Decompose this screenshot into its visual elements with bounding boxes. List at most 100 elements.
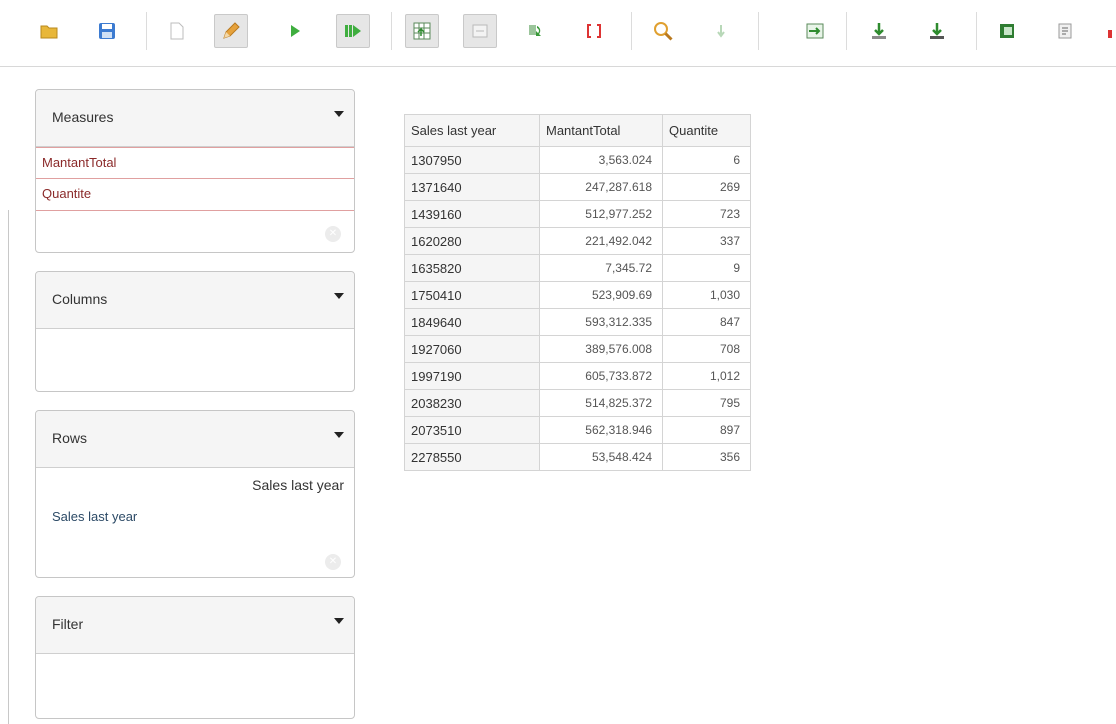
remove-measure-icon[interactable]: ✕ — [325, 226, 341, 242]
row-header-cell[interactable]: 1371640 — [404, 173, 540, 201]
row-header-cell[interactable]: 1997190 — [404, 362, 540, 390]
row-header-cell[interactable]: 1927060 — [404, 335, 540, 363]
left-divider — [8, 210, 9, 724]
column-header-quantite[interactable]: Quantite — [662, 114, 751, 147]
measures-list: MantantTotal Quantite — [36, 147, 354, 211]
rows-level-label[interactable]: Sales last year — [252, 477, 344, 493]
table-cell: 512,977.252 — [539, 200, 663, 228]
open-button[interactable] — [32, 14, 66, 48]
toolbar-separator — [391, 12, 392, 50]
measure-item-quantite[interactable]: Quantite — [36, 179, 354, 211]
row-header-cell[interactable]: 1750410 — [404, 281, 540, 309]
run-icon — [291, 25, 300, 37]
row-header-cell[interactable]: 1849640 — [404, 308, 540, 336]
columns-title: Columns — [52, 291, 108, 307]
measures-header[interactable]: Measures — [36, 90, 354, 147]
rows-menu-icon[interactable] — [334, 432, 344, 438]
filter-menu-icon[interactable] — [334, 618, 344, 624]
export-excel-button[interactable] — [990, 14, 1024, 48]
measure-item-mantanttotal[interactable]: MantantTotal — [36, 147, 354, 179]
table-cell: 897 — [662, 416, 751, 444]
remove-row-icon[interactable]: ✕ — [325, 554, 341, 570]
drill-down-button[interactable] — [704, 14, 738, 48]
pivot-table-icon — [413, 22, 431, 40]
filter-drop-zone[interactable] — [36, 654, 354, 718]
table-cell: 605,733.872 — [539, 362, 663, 390]
table-cell: 847 — [662, 308, 751, 336]
pivot-button[interactable] — [405, 14, 439, 48]
table-row: 1750410 523,909.69 1,030 — [404, 281, 751, 309]
table-cell: 523,909.69 — [539, 281, 663, 309]
swap-axes-icon — [529, 25, 541, 36]
table-row: 1620280 221,492.042 337 — [404, 227, 751, 255]
row-header-cell[interactable]: 1635820 — [404, 254, 540, 282]
table-body: 1307950 3,563.024 6 1371640 247,287.618 269 14… — [404, 146, 751, 471]
toolbar-separator — [631, 12, 632, 50]
row-header-cell[interactable]: 2038230 — [404, 389, 540, 417]
toolbar-separator — [846, 12, 847, 50]
table-cell: 3,563.024 — [539, 146, 663, 174]
row-header-cell[interactable]: 2073510 — [404, 416, 540, 444]
measures-panel: Measures MantantTotal Quantite ✕ — [35, 89, 355, 253]
table-row: 1439160 512,977.252 723 — [404, 200, 751, 228]
columns-drop-zone[interactable] — [36, 329, 354, 392]
table-cell: 1,030 — [662, 281, 751, 309]
run-button[interactable] — [278, 14, 312, 48]
overflow-button-edge[interactable] — [1108, 30, 1112, 38]
column-header-mantanttotal[interactable]: MantantTotal — [539, 114, 663, 147]
table-cell: 795 — [662, 389, 751, 417]
edit-button[interactable] — [214, 14, 248, 48]
table-cell: 593,312.335 — [539, 308, 663, 336]
rows-header[interactable]: Rows — [36, 411, 354, 468]
columns-menu-icon[interactable] — [334, 293, 344, 299]
open-folder-icon — [40, 25, 58, 39]
run-all-icon — [345, 25, 361, 37]
rows-member-item[interactable]: Sales last year — [52, 509, 137, 524]
zoom-button[interactable] — [646, 14, 680, 48]
row-header-cell[interactable]: 2278550 — [404, 443, 540, 471]
new-document-icon — [170, 22, 184, 40]
export-alt-button[interactable] — [920, 14, 954, 48]
hide-spans-button[interactable] — [463, 14, 497, 48]
brackets-icon — [587, 24, 601, 38]
drill-across-icon — [806, 23, 824, 39]
table-row: 1371640 247,287.618 269 — [404, 173, 751, 201]
columns-header[interactable]: Columns — [36, 272, 354, 329]
row-header-cell[interactable]: 1439160 — [404, 200, 540, 228]
row-header-cell[interactable]: 1620280 — [404, 227, 540, 255]
table-cell: 389,576.008 — [539, 335, 663, 363]
table-row: 1849640 593,312.335 847 — [404, 308, 751, 336]
export-button[interactable] — [862, 14, 896, 48]
table-cell: 723 — [662, 200, 751, 228]
columns-panel: Columns — [35, 271, 355, 392]
table-cell: 1,012 — [662, 362, 751, 390]
excel-icon — [1000, 24, 1014, 38]
filter-header[interactable]: Filter — [36, 597, 354, 654]
row-header-cell[interactable]: 1307950 — [404, 146, 540, 174]
table-row: 2073510 562,318.946 897 — [404, 416, 751, 444]
swap-axes-button[interactable] — [519, 14, 553, 48]
measures-title: Measures — [52, 109, 114, 125]
non-empty-button[interactable] — [577, 14, 611, 48]
save-button[interactable] — [90, 14, 124, 48]
table-cell: 247,287.618 — [539, 173, 663, 201]
toolbar-separator — [758, 12, 759, 50]
table-cell: 562,318.946 — [539, 416, 663, 444]
toolbar — [0, 0, 1116, 67]
drill-across-button[interactable] — [798, 14, 832, 48]
drill-down-icon — [717, 25, 725, 38]
measures-menu-icon[interactable] — [334, 111, 344, 117]
edit-pencil-icon — [223, 22, 240, 39]
filter-panel: Filter — [35, 596, 355, 719]
rows-panel: Rows Sales last year Sales last year ✕ — [35, 410, 355, 578]
table-row: 1635820 7,345.72 9 — [404, 254, 751, 282]
new-button[interactable] — [160, 14, 194, 48]
toolbar-separator — [146, 12, 147, 50]
export-pdf-button[interactable] — [1048, 14, 1082, 48]
table-row: 2278550 53,548.424 356 — [404, 443, 751, 471]
table-cell: 514,825.372 — [539, 389, 663, 417]
pdf-icon — [1058, 23, 1072, 39]
column-header-sales-last-year[interactable]: Sales last year — [404, 114, 540, 147]
auto-run-button[interactable] — [336, 14, 370, 48]
save-icon — [99, 23, 115, 39]
